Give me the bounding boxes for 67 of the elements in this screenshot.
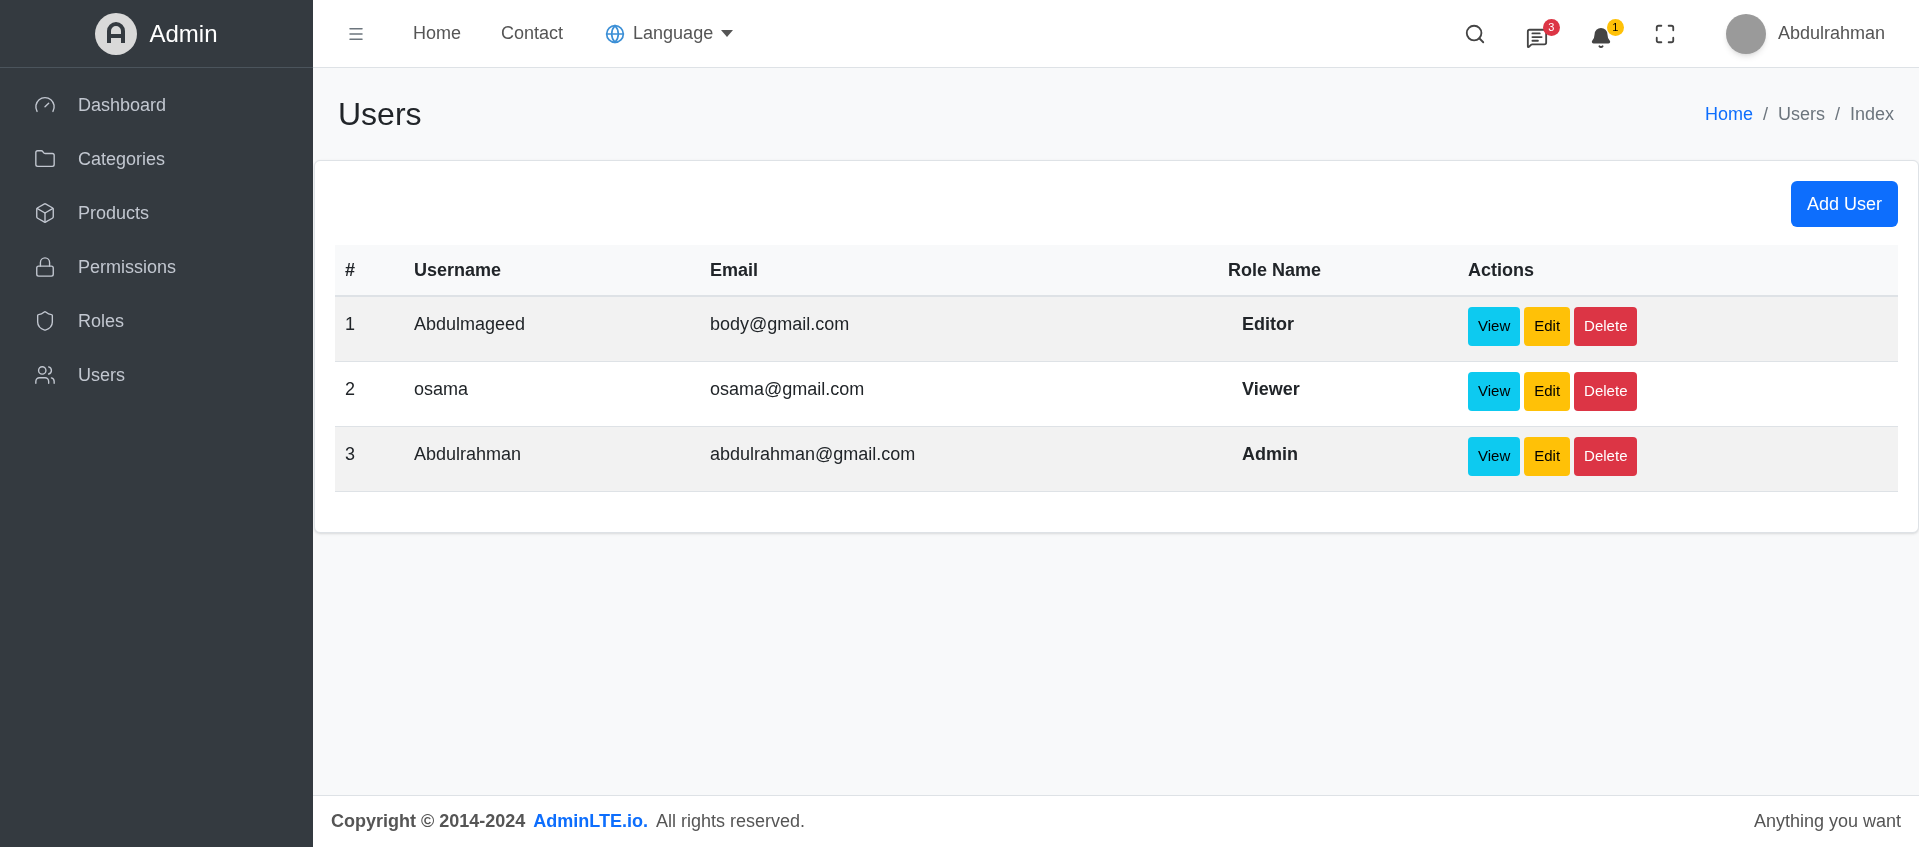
sidebar-item[interactable]: Categories <box>0 132 313 186</box>
table-cell: Abdulrahman <box>414 443 522 464</box>
logo-icon <box>95 12 138 55</box>
add-user-button[interactable]: Add User <box>1790 181 1898 227</box>
messages-button[interactable]: 3 <box>1525 18 1560 49</box>
table-cell: osama@gmail.com <box>710 378 865 399</box>
table-cell: body@gmail.com <box>710 314 850 334</box>
edit-button[interactable]: Edit <box>1524 307 1571 346</box>
table-cell: osama <box>414 378 469 399</box>
brand-name: Admin <box>149 18 218 49</box>
delete-button[interactable]: Delete <box>1574 436 1638 476</box>
breadcrumb-item: Index <box>1849 102 1894 126</box>
table-cell: 1 <box>345 314 355 334</box>
column-header: Username <box>414 259 502 280</box>
nav-link[interactable]: Home <box>413 20 461 47</box>
table-cell: Viewer <box>1242 378 1300 399</box>
delete-button[interactable]: Delete <box>1574 307 1638 346</box>
column-header: # <box>345 259 355 280</box>
globe-icon <box>605 23 626 44</box>
fullscreen-icon <box>1653 22 1676 45</box>
caret-icon <box>721 29 734 38</box>
sidebar-item[interactable]: Permissions <box>0 240 313 294</box>
page-title: Users <box>338 95 422 134</box>
shield-icon <box>34 310 56 332</box>
search-button[interactable] <box>1463 22 1486 45</box>
table-cell: Editor <box>1242 314 1294 334</box>
footer-link[interactable]: AdminLTE.io. <box>533 808 648 835</box>
message-count-badge: 3 <box>1542 18 1560 36</box>
nav-link[interactable]: Contact <box>501 20 564 47</box>
users-icon <box>34 364 56 386</box>
footer-right-text: Anything you want <box>1753 810 1901 833</box>
lock-icon <box>34 256 56 278</box>
breadcrumb-item[interactable]: Home <box>1704 100 1753 128</box>
avatar-placeholder <box>1725 13 1766 54</box>
view-button[interactable]: View <box>1468 436 1521 476</box>
sidebar-item[interactable]: Dashboard <box>0 78 313 132</box>
delete-button[interactable]: Delete <box>1574 371 1638 411</box>
sidebar-item[interactable]: Roles <box>0 294 313 348</box>
breadcrumb-separator: / <box>1762 102 1768 126</box>
fullscreen-button[interactable] <box>1653 22 1676 45</box>
table-cell: Admin <box>1242 443 1298 464</box>
view-button[interactable]: View <box>1468 371 1521 411</box>
sidebar-item[interactable]: Users <box>0 348 313 402</box>
column-header: Role Name <box>1228 259 1322 280</box>
edit-button[interactable]: Edit <box>1524 436 1571 476</box>
breadcrumb-separator: / <box>1834 102 1840 126</box>
notification-count-badge: 1 <box>1606 18 1624 36</box>
table-cell: Abdulmageed <box>414 314 526 334</box>
user-name[interactable]: Abdulrahman <box>1777 20 1885 47</box>
notifications-button[interactable]: 1 <box>1589 18 1624 49</box>
edit-button[interactable]: Edit <box>1524 371 1571 411</box>
table-cell: abdulrahman@gmail.com <box>710 443 916 464</box>
sidebar-item[interactable]: Products <box>0 186 313 240</box>
box-icon <box>34 202 56 224</box>
search-icon <box>1463 22 1486 45</box>
copyright-text: Copyright © 2014-2024 <box>331 810 526 833</box>
breadcrumb-item: Users <box>1777 102 1825 126</box>
table-cell: 3 <box>345 443 355 464</box>
table-cell: 2 <box>345 378 355 399</box>
chat-icon <box>1525 26 1548 49</box>
rights-text: All rights reserved. <box>656 810 806 833</box>
view-button[interactable]: View <box>1468 307 1521 346</box>
column-header: Actions <box>1468 259 1534 280</box>
bell-icon <box>1589 26 1612 49</box>
column-header: Email <box>710 259 759 280</box>
folder-icon <box>34 148 56 170</box>
language-dropdown[interactable]: Language <box>605 20 734 47</box>
